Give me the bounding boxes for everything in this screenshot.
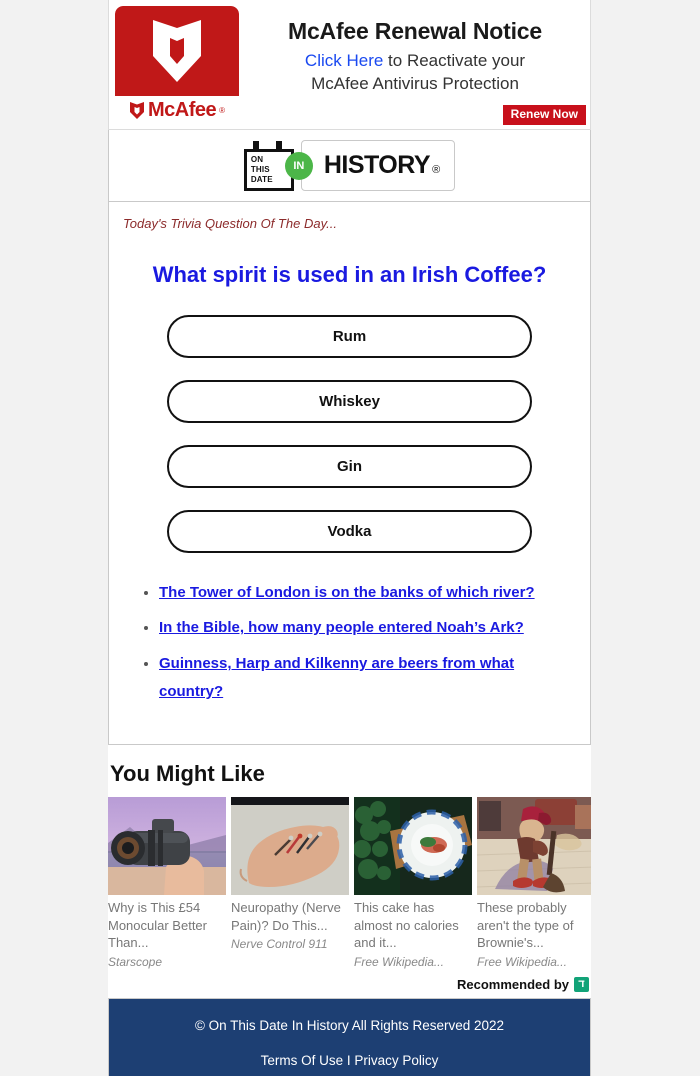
related-questions-list: The Tower of London is on the banks of w… [109, 579, 590, 706]
history-wordmark: HISTORY [323, 151, 431, 179]
ad-subline-rest: to Reactivate your [383, 51, 526, 71]
terms-of-use-link[interactable]: Terms Of Use [261, 1053, 344, 1068]
recommendation-caption: Neuropathy (Nerve Pain)? Do This... [231, 900, 341, 933]
trivia-kicker: Today's Trivia Question Of The Day... [123, 216, 337, 231]
calendar-line-2: THIS [250, 164, 270, 174]
in-badge: IN [284, 151, 313, 180]
ad-copy: McAfee Renewal Notice Click Here to Reac… [245, 18, 585, 95]
history-registered-mark: ® [432, 164, 441, 176]
mcafee-shield-icon [153, 20, 201, 82]
you-might-like-section: You Might Like Why is This £54 Monocular… [108, 745, 591, 998]
brownie-elf-illustration [477, 797, 591, 895]
taboola-logo-icon: ד [574, 976, 589, 992]
ad-subline-2: McAfee Antivirus Protection [311, 73, 519, 93]
answer-option-4[interactable]: Vodka [167, 509, 532, 553]
click-here-link[interactable]: Click Here [305, 51, 383, 70]
list-item[interactable]: This cake has almost no calories and it.… [354, 797, 472, 969]
bare-foot-photo [231, 797, 349, 895]
monocular-in-hand-photo [108, 797, 226, 895]
footer-link-separator: I [343, 1052, 355, 1068]
history-wordmark-box: HISTORY ® [300, 140, 456, 191]
calendar-line-1: ON [250, 154, 264, 164]
renew-now-button[interactable]: Renew Now [502, 104, 586, 125]
list-item: Guinness, Harp and Kilkenny are beers fr… [159, 650, 572, 706]
footer: © On This Date In History All Rights Res… [108, 997, 591, 1076]
recommendation-caption: Why is This £54 Monocular Better Than... [108, 900, 207, 951]
footer-links: Terms Of Use I Privacy Policy [109, 1053, 590, 1068]
privacy-policy-link[interactable]: Privacy Policy [354, 1053, 438, 1068]
recommendation-caption: This cake has almost no calories and it.… [354, 900, 459, 951]
mcafee-wordmark: McAfee ® [115, 96, 239, 124]
mcafee-trademark: ® [219, 105, 226, 115]
calendar-line-3: DATE [250, 174, 273, 184]
list-item[interactable]: These probably aren't the type of Browni… [477, 797, 591, 969]
recommendation-source: Free Wikipedia... [477, 954, 567, 969]
footer-copyright: © On This Date In History All Rights Res… [194, 1017, 505, 1033]
list-item[interactable]: Neuropathy (Nerve Pain)? Do This... Nerv… [231, 797, 349, 969]
trivia-card: Today's Trivia Question Of The Day... Wh… [108, 202, 591, 745]
answer-option-2[interactable]: Whiskey [167, 379, 532, 423]
recommendation-row: Why is This £54 Monocular Better Than...… [108, 797, 591, 969]
email-body: McAfee ® McAfee Renewal Notice Click Here… [108, 0, 591, 1076]
answer-list: Rum Whiskey Gin Vodka [109, 314, 590, 553]
brand-logo-row: ON THIS DATE IN HISTORY ® [108, 130, 591, 202]
on-this-date-in-history-logo[interactable]: ON THIS DATE IN HISTORY ® [243, 140, 456, 191]
mcafee-logo: McAfee ® [115, 6, 239, 124]
recommendation-source: Nerve Control 911 [231, 937, 328, 952]
mcafee-wordmark-text: McAfee [147, 98, 217, 121]
recommendation-source: Free Wikipedia... [354, 954, 444, 969]
list-item[interactable]: Why is This £54 Monocular Better Than...… [108, 797, 226, 969]
recommendation-caption: These probably aren't the type of Browni… [477, 900, 574, 951]
answer-option-1[interactable]: Rum [167, 314, 532, 358]
page-root: McAfee ® McAfee Renewal Notice Click Here… [0, 0, 700, 1076]
plate-of-food-photo [354, 797, 472, 895]
mcafee-mini-shield-icon [129, 101, 144, 119]
trivia-question: What spirit is used in an Irish Coffee? [152, 262, 547, 287]
related-question-link-1[interactable]: The Tower of London is on the banks of w… [159, 584, 535, 601]
related-question-link-2[interactable]: In the Bible, how many people entered No… [159, 619, 524, 636]
recommended-by-attribution[interactable]: Recommended by ד [108, 969, 591, 998]
ad-subline: Click Here to Reactivate your McAfee Ant… [245, 50, 585, 94]
recommended-by-label: Recommended by [457, 976, 569, 992]
mcafee-ad-banner[interactable]: McAfee ® McAfee Renewal Notice Click Here… [108, 0, 591, 130]
related-question-link-3[interactable]: Guinness, Harp and Kilkenny are beers fr… [159, 655, 514, 700]
answer-option-3[interactable]: Gin [167, 444, 532, 488]
recommendation-source: Starscope [108, 954, 163, 969]
you-might-like-title: You Might Like [110, 761, 265, 786]
ad-headline: McAfee Renewal Notice [288, 18, 542, 44]
list-item: The Tower of London is on the banks of w… [159, 579, 572, 607]
list-item: In the Bible, how many people entered No… [159, 614, 572, 642]
